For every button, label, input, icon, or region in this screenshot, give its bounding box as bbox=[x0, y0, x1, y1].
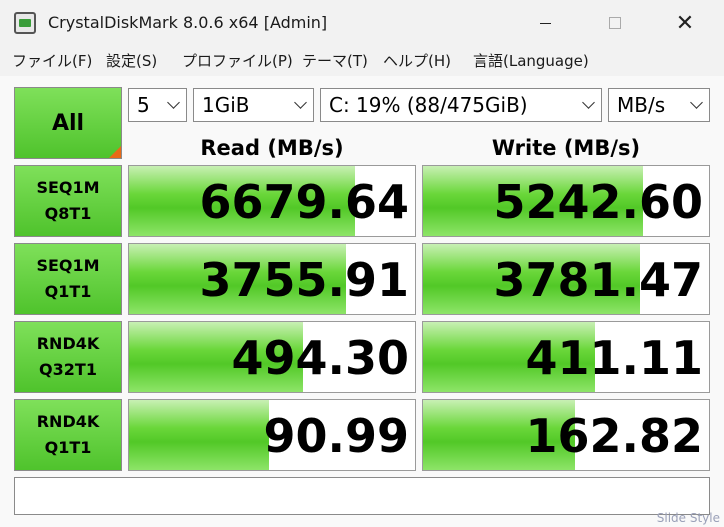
window-title: CrystalDiskMark 8.0.6 x64 [Admin] bbox=[48, 13, 328, 32]
menu-theme[interactable]: テーマ(T) bbox=[302, 51, 368, 71]
chevron-down-icon bbox=[294, 96, 307, 109]
test-params: Q8T1 bbox=[44, 204, 92, 223]
read-bar bbox=[129, 400, 270, 470]
drive-value: C: 19% (88/475GiB) bbox=[329, 93, 528, 117]
write-result-seq1m-q8t1: 5242.60 bbox=[422, 165, 710, 237]
write-column-header: Write (MB/s) bbox=[491, 136, 641, 160]
comment-field[interactable] bbox=[14, 477, 710, 515]
test-count-select[interactable]: 5 bbox=[128, 88, 187, 122]
drive-select[interactable]: C: 19% (88/475GiB) bbox=[320, 88, 602, 122]
app-disk-icon bbox=[14, 12, 36, 34]
write-value: 411.11 bbox=[525, 331, 703, 385]
test-name: SEQ1M bbox=[36, 178, 100, 197]
test-size-value: 1GiB bbox=[202, 93, 250, 117]
test-params: Q32T1 bbox=[39, 360, 97, 379]
read-value: 3755.91 bbox=[199, 253, 409, 307]
test-button-rnd4k-q32t1[interactable]: RND4K Q32T1 bbox=[14, 321, 122, 393]
minimize-button[interactable] bbox=[522, 0, 568, 46]
chevron-down-icon bbox=[167, 96, 180, 109]
watermark: Slide Style bbox=[656, 511, 720, 525]
corner-triangle-icon bbox=[109, 146, 121, 158]
test-button-rnd4k-q1t1[interactable]: RND4K Q1T1 bbox=[14, 399, 122, 471]
write-result-rnd4k-q32t1: 411.11 bbox=[422, 321, 710, 393]
unit-value: MB/s bbox=[617, 93, 666, 117]
read-value: 494.30 bbox=[231, 331, 409, 385]
test-button-seq1m-q1t1[interactable]: SEQ1M Q1T1 bbox=[14, 243, 122, 315]
read-result-rnd4k-q32t1: 494.30 bbox=[128, 321, 416, 393]
test-params: Q1T1 bbox=[44, 282, 92, 301]
write-value: 3781.47 bbox=[493, 253, 703, 307]
test-count-value: 5 bbox=[137, 93, 150, 117]
menu-file[interactable]: ファイル(F) bbox=[12, 51, 92, 71]
write-value: 5242.60 bbox=[493, 175, 703, 229]
chevron-down-icon bbox=[582, 96, 595, 109]
maximize-icon bbox=[609, 17, 621, 29]
test-name: RND4K bbox=[36, 334, 100, 353]
test-params: Q1T1 bbox=[44, 438, 92, 457]
read-result-seq1m-q1t1: 3755.91 bbox=[128, 243, 416, 315]
read-column-header: Read (MB/s) bbox=[200, 136, 344, 160]
maximize-button[interactable] bbox=[592, 0, 638, 46]
read-value: 6679.64 bbox=[199, 175, 409, 229]
read-result-rnd4k-q1t1: 90.99 bbox=[128, 399, 416, 471]
write-result-rnd4k-q1t1: 162.82 bbox=[422, 399, 710, 471]
run-all-label: All bbox=[51, 110, 85, 136]
test-name: RND4K bbox=[36, 412, 100, 431]
minimize-icon bbox=[539, 22, 551, 24]
test-button-seq1m-q8t1[interactable]: SEQ1M Q8T1 bbox=[14, 165, 122, 237]
write-result-seq1m-q1t1: 3781.47 bbox=[422, 243, 710, 315]
menu-language[interactable]: 言語(Language) bbox=[473, 51, 589, 71]
chevron-down-icon bbox=[690, 96, 703, 109]
test-name: SEQ1M bbox=[36, 256, 100, 275]
test-size-select[interactable]: 1GiB bbox=[193, 88, 314, 122]
close-icon: ✕ bbox=[675, 10, 695, 36]
menu-help[interactable]: ヘルプ(H) bbox=[383, 51, 451, 71]
run-all-button[interactable]: All bbox=[14, 87, 122, 159]
unit-select[interactable]: MB/s bbox=[608, 88, 710, 122]
title-bar: CrystalDiskMark 8.0.6 x64 [Admin] ✕ bbox=[0, 0, 724, 46]
menu-bar: ファイル(F) 設定(S) プロファイル(P) テーマ(T) ヘルプ(H) 言語… bbox=[0, 46, 724, 76]
close-button[interactable]: ✕ bbox=[662, 0, 708, 46]
menu-profile[interactable]: プロファイル(P) bbox=[182, 51, 293, 71]
read-value: 90.99 bbox=[263, 409, 409, 463]
write-value: 162.82 bbox=[525, 409, 703, 463]
menu-settings[interactable]: 設定(S) bbox=[106, 51, 157, 71]
read-result-seq1m-q8t1: 6679.64 bbox=[128, 165, 416, 237]
